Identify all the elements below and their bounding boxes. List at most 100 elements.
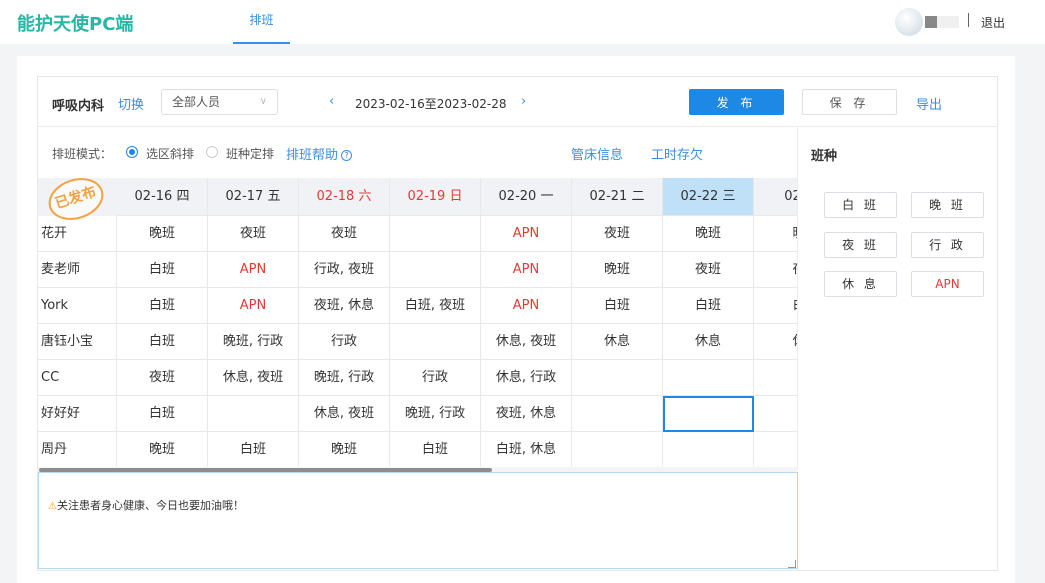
resize-handle-icon[interactable] — [788, 560, 796, 568]
avatar[interactable] — [895, 8, 923, 36]
schedule-cell[interactable]: APN — [481, 216, 572, 252]
schedule-cell[interactable]: APN — [208, 252, 299, 288]
radio-diagonal-label[interactable]: 选区斜排 — [146, 145, 194, 162]
staff-name: 好好好 — [38, 396, 117, 432]
schedule-cell[interactable]: 晚班 — [572, 252, 663, 288]
schedule-cell[interactable] — [390, 324, 481, 360]
bed-info-link[interactable]: 管床信息 — [571, 144, 623, 163]
divider — [38, 126, 997, 127]
switch-department-link[interactable]: 切换 — [118, 94, 144, 113]
help-link[interactable]: 排班帮助? — [286, 144, 353, 163]
divider — [968, 13, 969, 27]
prev-period-arrow-icon[interactable]: ‹ — [329, 94, 334, 109]
schedule-cell[interactable] — [754, 396, 797, 432]
staff-name: York — [38, 288, 117, 324]
schedule-cell[interactable]: 休息, 夜班 — [299, 396, 390, 432]
date-header[interactable]: 02-18 六 — [299, 178, 390, 216]
top-bar: 能护天使PC端 排班 退出 — [0, 0, 1045, 44]
schedule-cell[interactable]: 白班 — [117, 396, 208, 432]
date-header[interactable]: 02-16 四 — [117, 178, 208, 216]
schedule-cell[interactable]: 夜班 — [208, 216, 299, 252]
schedule-cell[interactable]: 白班 — [663, 288, 754, 324]
schedule-cell[interactable]: APN — [481, 252, 572, 288]
schedule-cell[interactable] — [390, 216, 481, 252]
divider — [797, 127, 798, 470]
schedule-cell[interactable]: 晚班, 行政 — [208, 324, 299, 360]
next-period-arrow-icon[interactable]: › — [521, 94, 526, 109]
schedule-cell[interactable]: 晚班, 行政 — [299, 360, 390, 396]
date-header[interactable]: 02-2 — [754, 178, 797, 216]
schedule-cell[interactable]: 晚班, 行政 — [390, 396, 481, 432]
notes-textarea[interactable] — [38, 472, 798, 569]
date-header[interactable]: 02-22 三 — [663, 178, 754, 216]
radio-fixed-label[interactable]: 班种定排 — [226, 145, 274, 162]
radio-diagonal[interactable] — [126, 146, 138, 158]
schedule-cell[interactable] — [663, 432, 754, 466]
schedule-cell[interactable]: 休 — [754, 324, 797, 360]
radio-fixed[interactable] — [206, 146, 218, 158]
schedule-cell[interactable] — [208, 396, 299, 432]
tab-schedule[interactable]: 排班 — [233, 0, 290, 44]
schedule-cell[interactable]: 白班, 休息 — [481, 432, 572, 466]
date-header[interactable]: 02-19 日 — [390, 178, 481, 216]
schedule-cell[interactable]: 晚 — [754, 216, 797, 252]
schedule-cell[interactable]: APN — [208, 288, 299, 324]
schedule-cell[interactable]: 行政 — [299, 324, 390, 360]
schedule-cell[interactable]: 夜 — [754, 252, 797, 288]
schedule-cell[interactable]: 夜班, 休息 — [481, 396, 572, 432]
shift-type-apn[interactable]: APN — [911, 271, 984, 297]
schedule-cell[interactable] — [572, 360, 663, 396]
schedule-cell[interactable] — [754, 432, 797, 466]
schedule-cell[interactable]: 晚班 — [663, 216, 754, 252]
date-header[interactable]: 02-17 五 — [208, 178, 299, 216]
schedule-cell[interactable]: 白 — [754, 288, 797, 324]
schedule-cell[interactable]: 白班 — [208, 432, 299, 466]
schedule-cell[interactable] — [572, 396, 663, 432]
work-hours-link[interactable]: 工时存欠 — [651, 144, 703, 163]
schedule-cell[interactable]: 休息, 行政 — [481, 360, 572, 396]
publish-button[interactable]: 发 布 — [689, 89, 784, 115]
schedule-cell[interactable]: 晚班 — [117, 216, 208, 252]
schedule-cell[interactable]: 休息 — [572, 324, 663, 360]
staff-filter-select[interactable]: 全部人员 ∨ — [161, 89, 278, 115]
user-name-redacted — [925, 16, 937, 28]
schedule-cell[interactable]: 夜班 — [663, 252, 754, 288]
schedule-cell[interactable]: 晚班 — [117, 432, 208, 466]
schedule-cell[interactable]: 夜班, 休息 — [299, 288, 390, 324]
schedule-cell[interactable]: 休息 — [663, 324, 754, 360]
schedule-cell[interactable] — [663, 396, 754, 432]
schedule-cell[interactable]: 休息, 夜班 — [208, 360, 299, 396]
schedule-cell[interactable]: 行政 — [390, 360, 481, 396]
schedule-cell[interactable]: 休息, 夜班 — [481, 324, 572, 360]
schedule-cell[interactable]: 白班, 夜班 — [390, 288, 481, 324]
save-button[interactable]: 保 存 — [802, 89, 897, 115]
schedule-cell[interactable]: 白班 — [117, 288, 208, 324]
staff-name: 麦老师 — [38, 252, 117, 288]
export-link[interactable]: 导出 — [916, 94, 942, 113]
schedule-cell[interactable]: 夜班 — [572, 216, 663, 252]
schedule-cell[interactable]: 夜班 — [299, 216, 390, 252]
schedule-cell[interactable]: 白班 — [117, 324, 208, 360]
schedule-cell[interactable] — [663, 360, 754, 396]
department-name: 呼吸内科 — [52, 99, 105, 114]
shift-type-night[interactable]: 夜 班 — [824, 232, 897, 258]
date-header[interactable]: 02-21 二 — [572, 178, 663, 216]
logout-link[interactable]: 退出 — [981, 14, 1005, 31]
shift-type-evening[interactable]: 晚 班 — [911, 192, 984, 218]
shift-type-day[interactable]: 白 班 — [824, 192, 897, 218]
notes-text: 关注患者身心健康、今日也要加油哦！ — [56, 499, 244, 512]
schedule-cell[interactable]: APN — [481, 288, 572, 324]
schedule-cell[interactable]: 行政, 夜班 — [299, 252, 390, 288]
shift-type-admin[interactable]: 行 政 — [911, 232, 984, 258]
schedule-cell[interactable]: 白班 — [117, 252, 208, 288]
schedule-cell[interactable]: 夜班 — [117, 360, 208, 396]
schedule-cell[interactable]: 白班 — [390, 432, 481, 466]
schedule-cell[interactable]: 晚班 — [299, 432, 390, 466]
schedule-cell[interactable] — [754, 360, 797, 396]
date-header[interactable]: 02-20 一 — [481, 178, 572, 216]
schedule-cell[interactable]: 白班 — [572, 288, 663, 324]
app-title: 能护天使PC端 — [17, 14, 134, 35]
shift-type-rest[interactable]: 休 息 — [824, 271, 897, 297]
schedule-cell[interactable] — [390, 252, 481, 288]
schedule-cell[interactable] — [572, 432, 663, 466]
